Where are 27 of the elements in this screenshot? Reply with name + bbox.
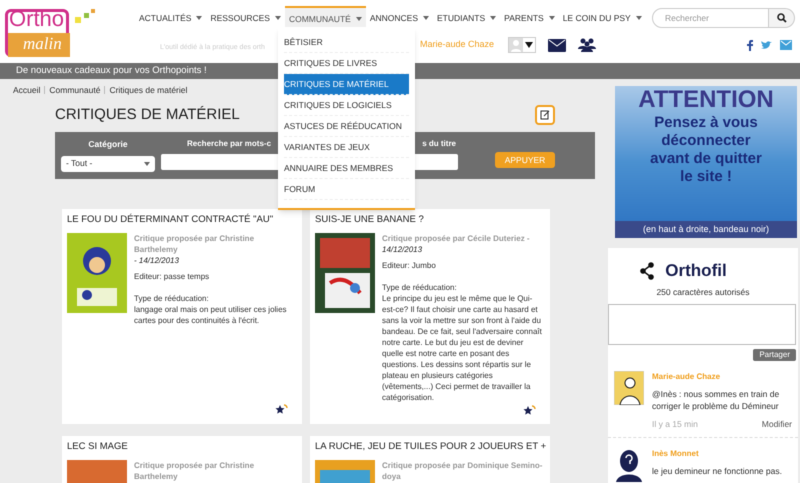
- review-text: langage oral mais on peut utiliser ces jolies cartes pour des continuités à l'écrit.: [134, 304, 288, 326]
- comment-time: Il y a 15 min: [652, 418, 698, 431]
- orthofil-title: Orthofil: [665, 260, 727, 282]
- comment-text: @Inès : nous sommes en train de corriger le problème du Démineur: [652, 388, 780, 412]
- review-author: Critique proposée par Cécile Duteriez -: [382, 233, 531, 244]
- title-label: s du titre: [422, 138, 456, 149]
- review-author: Critique proposée par Christine Barthelemy: [134, 460, 256, 482]
- review-author: Critique proposée par Christine Barthelemy: [134, 233, 256, 255]
- review-author: Critique proposée par Dominique Semino-doya: [382, 460, 544, 482]
- review-publisher: Editeur: Jumbo: [382, 260, 437, 271]
- review-text: Le principe du jeu est le même que le Qui-est-ce? Il faut choisir une carte au hasard et sans la voir la mettre sur son front à l'aide du bandeau. De ce fait, seul l'adversaire connaît notre carte. Le but du jeu est de deviner quelle est notre carte en posant des questions. Les dessins sont répartis sur le plateau en plusieurs catégories (vêtements,...) Ceci permet de travailler la catégorisation.: [382, 293, 543, 403]
- banner-footer: (en haut à droite, bandeau noir): [615, 220, 797, 238]
- category-label: Catégorie: [88, 138, 128, 151]
- review-date: - 14/12/2013: [134, 255, 180, 266]
- banner-heading: ATTENTION: [638, 86, 774, 114]
- banner-line: avant de quitter: [650, 150, 762, 168]
- character-limit: 250 caractères autorisés: [655, 286, 751, 298]
- comment-text: le jeu demineur ne fonctionne pas.: [652, 465, 783, 477]
- keywords-label: Recherche par mots-c: [187, 138, 272, 149]
- review-publisher: Editeur: passe temps: [134, 271, 210, 282]
- page-title: CRITIQUES DE MATÉRIEL: [55, 104, 240, 125]
- banner-line: Pensez à vous: [654, 114, 758, 132]
- review-type-label: Type de rééducation:: [382, 282, 458, 293]
- banner-line: le site !: [680, 168, 732, 186]
- review-date: 14/12/2013: [382, 244, 424, 255]
- banner-line: déconnecter: [661, 132, 751, 150]
- review-type-label: Type de rééducation:: [134, 293, 210, 304]
